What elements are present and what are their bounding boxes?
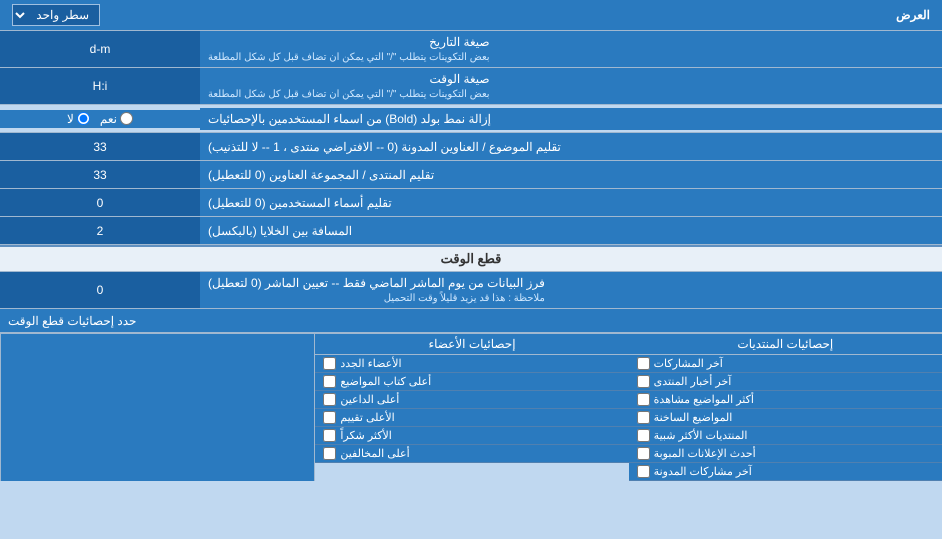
bold-yes-radio[interactable]: [120, 112, 133, 125]
cutoff-row: فرز البيانات من يوم الماشر الماضي فقط --…: [0, 272, 942, 309]
stat-members-0-checkbox[interactable]: [323, 357, 336, 370]
stat-members-4-checkbox[interactable]: [323, 429, 336, 442]
trim-topics-input-container: [0, 133, 200, 160]
forums-stats-col: إحصائيات المنتديات آخر المشاركات آخر أخب…: [629, 334, 942, 481]
trim-users-input[interactable]: [8, 196, 192, 210]
stat-forums-2-checkbox[interactable]: [637, 393, 650, 406]
stat-forums-3: المواضيع الساخنة: [629, 409, 942, 427]
cutoff-label: فرز البيانات من يوم الماشر الماضي فقط --…: [200, 272, 942, 308]
date-format-input-container: [0, 31, 200, 67]
cutoff-section-header: قطع الوقت: [0, 245, 942, 272]
stat-forums-2: أكثر المواضيع مشاهدة: [629, 391, 942, 409]
display-select[interactable]: سطر واحدسطرينثلاثة أسطر: [12, 4, 100, 26]
bold-no-radio[interactable]: [77, 112, 90, 125]
main-container: العرض سطر واحدسطرينثلاثة أسطر صيغة التار…: [0, 0, 942, 481]
stat-members-5-checkbox[interactable]: [323, 447, 336, 460]
date-format-label: صيغة التاريخ بعض التكوينات يتطلب "/" الت…: [200, 31, 942, 67]
trim-forum-input[interactable]: [8, 168, 192, 182]
trim-forum-label: تقليم المنتدى / المجموعة العناوين (0 للت…: [200, 161, 942, 188]
date-format-row: صيغة التاريخ بعض التكوينات يتطلب "/" الت…: [0, 31, 942, 68]
stat-forums-5: أحدث الإعلانات المبوبة: [629, 445, 942, 463]
stat-members-2: أعلى الداعين: [315, 391, 628, 409]
time-format-label: صيغة الوقت بعض التكوينات يتطلب "/" التي …: [200, 68, 942, 104]
header-row: العرض سطر واحدسطرينثلاثة أسطر: [0, 0, 942, 31]
trim-users-row: تقليم أسماء المستخدمين (0 للتعطيل): [0, 189, 942, 217]
bold-label: إزالة نمط بولد (Bold) من اسماء المستخدمي…: [200, 108, 942, 130]
space-label: المسافة بين الخلايا (بالبكسل): [200, 217, 942, 244]
members-stats-header: إحصائيات الأعضاء: [315, 334, 628, 355]
trim-forum-input-container: [0, 161, 200, 188]
stat-members-2-checkbox[interactable]: [323, 393, 336, 406]
space-row: المسافة بين الخلايا (بالبكسل): [0, 217, 942, 245]
stat-forums-6-checkbox[interactable]: [637, 465, 650, 478]
stat-members-0: الأعضاء الجدد: [315, 355, 628, 373]
stats-limit-label: حدد إحصائيات قطع الوقت: [0, 309, 942, 332]
time-format-row: صيغة الوقت بعض التكوينات يتطلب "/" التي …: [0, 68, 942, 105]
bold-options: نعم لا: [0, 110, 200, 128]
cutoff-input[interactable]: [8, 283, 192, 297]
bold-row: إزالة نمط بولد (Bold) من اسماء المستخدمي…: [0, 105, 942, 133]
date-format-input[interactable]: [8, 42, 192, 56]
stat-forums-4: المنتديات الأكثر شبية: [629, 427, 942, 445]
third-stats-col: .: [0, 334, 314, 481]
time-format-input-container: [0, 68, 200, 104]
time-format-input[interactable]: [8, 79, 192, 93]
space-input-container: [0, 217, 200, 244]
bold-no-label[interactable]: لا: [67, 112, 90, 126]
stat-forums-0: آخر المشاركات: [629, 355, 942, 373]
trim-users-label: تقليم أسماء المستخدمين (0 للتعطيل): [200, 189, 942, 216]
stat-forums-5-checkbox[interactable]: [637, 447, 650, 460]
stat-members-3: الأعلى تقييم: [315, 409, 628, 427]
stat-members-1-checkbox[interactable]: [323, 375, 336, 388]
stat-members-1: أعلى كتاب المواضيع: [315, 373, 628, 391]
stat-members-3-checkbox[interactable]: [323, 411, 336, 424]
stat-forums-3-checkbox[interactable]: [637, 411, 650, 424]
stats-section: إحصائيات المنتديات آخر المشاركات آخر أخب…: [0, 333, 942, 481]
forums-stats-header: إحصائيات المنتديات: [629, 334, 942, 355]
trim-users-input-container: [0, 189, 200, 216]
stats-limit-row: حدد إحصائيات قطع الوقت: [0, 309, 942, 333]
stat-members-4: الأكثر شكراً: [315, 427, 628, 445]
space-input[interactable]: [8, 224, 192, 238]
members-stats-col: إحصائيات الأعضاء الأعضاء الجدد أعلى كتاب…: [314, 334, 628, 481]
display-label: العرض: [896, 8, 938, 22]
trim-topics-input[interactable]: [8, 140, 192, 154]
stat-members-5: أعلى المخالفين: [315, 445, 628, 463]
stat-forums-6: آخر مشاركات المدونة: [629, 463, 942, 481]
stat-forums-0-checkbox[interactable]: [637, 357, 650, 370]
stat-forums-1-checkbox[interactable]: [637, 375, 650, 388]
stat-forums-4-checkbox[interactable]: [637, 429, 650, 442]
cutoff-input-container: [0, 272, 200, 308]
trim-topics-label: تقليم الموضوع / العناوين المدونة (0 -- ا…: [200, 133, 942, 160]
trim-forum-row: تقليم المنتدى / المجموعة العناوين (0 للت…: [0, 161, 942, 189]
stat-forums-1: آخر أخبار المنتدى: [629, 373, 942, 391]
bold-yes-label[interactable]: نعم: [100, 112, 133, 126]
trim-topics-row: تقليم الموضوع / العناوين المدونة (0 -- ا…: [0, 133, 942, 161]
